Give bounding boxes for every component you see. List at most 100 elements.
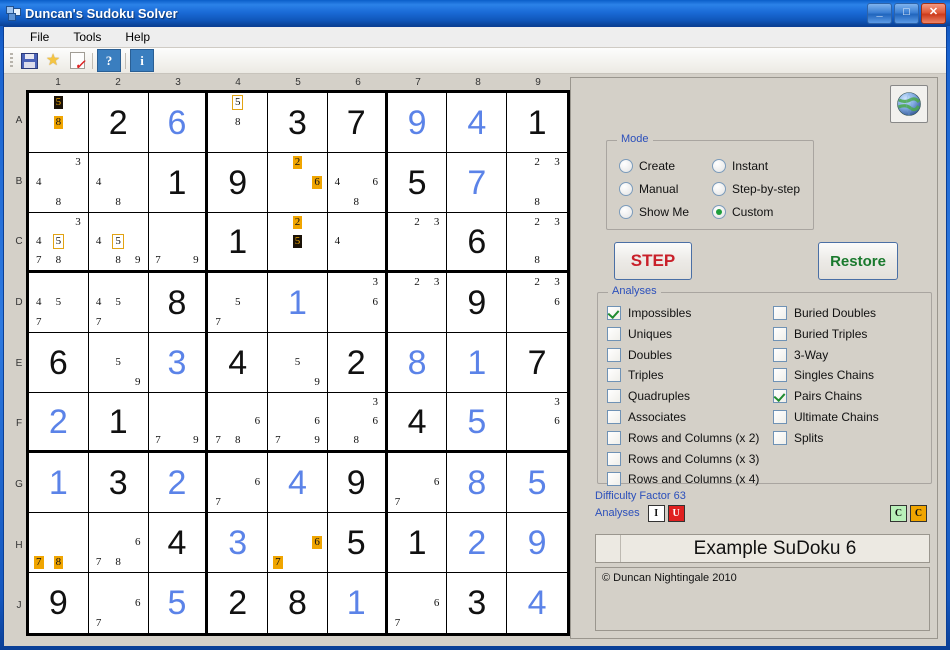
cell-J7[interactable]: 67 — [388, 573, 448, 633]
cell-B9[interactable]: 2 3 8 — [507, 153, 567, 213]
cell-B3[interactable]: 1 — [148, 153, 209, 213]
cell-H4[interactable]: 3 — [208, 513, 269, 573]
cell-B2[interactable]: 48 — [88, 153, 149, 213]
new-check-button[interactable]: ✓ — [66, 50, 88, 71]
sudoku-board[interactable]: 5826583794134848192646857238345784589791… — [26, 90, 570, 636]
cell-D9[interactable]: 2 3 6 — [507, 273, 567, 333]
analysis-checkbox-rows-and-columns-x-4-[interactable]: Rows and Columns (x 4) — [607, 472, 759, 487]
analysis-checkbox-triples[interactable]: Triples — [607, 368, 664, 383]
cell-D8[interactable]: 9 — [447, 273, 508, 333]
cell-F7[interactable]: 4 — [387, 393, 448, 453]
cell-D2[interactable]: 457 — [88, 273, 149, 333]
help-button[interactable]: ? — [97, 49, 121, 72]
cell-C9[interactable]: 2 3 8 — [507, 213, 567, 273]
analysis-checkbox-rows-and-columns-x-2-[interactable]: Rows and Columns (x 2) — [607, 430, 759, 445]
analysis-checkbox-buried-doubles[interactable]: Buried Doubles — [773, 306, 876, 320]
cell-J2[interactable]: 67 — [89, 573, 149, 633]
cell-D6[interactable]: 36 — [327, 273, 388, 333]
cell-A3[interactable]: 6 — [148, 93, 209, 153]
cell-A9[interactable]: 1 — [507, 93, 567, 153]
analysis-checkbox-rows-and-columns-x-3-[interactable]: Rows and Columns (x 3) — [607, 451, 759, 466]
cell-F5[interactable]: 6 7 9 — [268, 393, 328, 453]
cell-D3[interactable]: 8 — [148, 273, 209, 333]
mode-radio-show-me[interactable]: Show Me — [619, 205, 689, 219]
cell-H2[interactable]: 6 78 — [88, 513, 149, 573]
cell-H3[interactable]: 4 — [148, 513, 209, 573]
cell-A4[interactable]: 58 — [208, 93, 269, 153]
analysis-checkbox-uniques[interactable]: Uniques — [607, 326, 672, 341]
analysis-checkbox-quadruples[interactable]: Quadruples — [607, 389, 690, 404]
globe-button[interactable] — [890, 85, 928, 123]
favourite-button[interactable]: ★ — [42, 50, 64, 71]
cell-G4[interactable]: 67 — [208, 453, 269, 513]
cell-E2[interactable]: 59 — [88, 333, 149, 393]
cell-J8[interactable]: 3 — [447, 573, 508, 633]
restore-button[interactable]: Restore — [818, 242, 898, 280]
analysis-checkbox-ultimate-chains[interactable]: Ultimate Chains — [773, 410, 879, 424]
cell-F9[interactable]: 36 — [507, 393, 567, 453]
mode-radio-manual[interactable]: Manual — [619, 182, 678, 196]
cell-B7[interactable]: 5 — [387, 153, 448, 213]
step-button[interactable]: STEP — [614, 242, 692, 280]
save-button[interactable] — [18, 50, 40, 71]
cell-E9[interactable]: 7 — [507, 333, 567, 393]
mode-radio-create[interactable]: Create — [619, 159, 675, 173]
cell-B5[interactable]: 26 — [268, 153, 328, 213]
cell-B6[interactable]: 4 68 — [327, 153, 388, 213]
cell-C4[interactable]: 1 — [208, 213, 269, 273]
cell-B4[interactable]: 9 — [208, 153, 269, 213]
cell-E3[interactable]: 3 — [148, 333, 209, 393]
cell-D7[interactable]: 23 — [387, 273, 448, 333]
cell-D1[interactable]: 457 — [29, 273, 89, 333]
cell-G9[interactable]: 5 — [507, 453, 567, 513]
cell-A2[interactable]: 2 — [88, 93, 149, 153]
cell-H5[interactable]: 67 — [268, 513, 328, 573]
cell-E5[interactable]: 59 — [268, 333, 328, 393]
cell-D5[interactable]: 1 — [268, 273, 328, 333]
cell-E8[interactable]: 1 — [447, 333, 508, 393]
cell-G7[interactable]: 67 — [387, 453, 448, 513]
cell-J3[interactable]: 5 — [149, 573, 209, 633]
cell-H7[interactable]: 1 — [387, 513, 448, 573]
cell-B1[interactable]: 3 48 — [29, 153, 89, 213]
analysis-badge-u-1[interactable]: U — [667, 504, 685, 522]
cell-C1[interactable]: 3 457 8 — [29, 213, 89, 273]
completion-badge-c-0[interactable]: C — [890, 505, 907, 522]
menu-file[interactable]: File — [18, 28, 61, 46]
cell-G6[interactable]: 9 — [327, 453, 388, 513]
cell-C7[interactable]: 23 — [387, 213, 448, 273]
cell-E1[interactable]: 6 — [29, 333, 89, 393]
mode-radio-custom[interactable]: Custom — [712, 205, 773, 219]
cell-F8[interactable]: 5 — [447, 393, 508, 453]
analysis-badge-i-0[interactable]: I — [647, 504, 665, 522]
cell-C8[interactable]: 6 — [447, 213, 508, 273]
cell-G1[interactable]: 1 — [29, 453, 89, 513]
cell-J6[interactable]: 1 — [328, 573, 388, 633]
analysis-checkbox-impossibles[interactable]: Impossibles — [607, 306, 691, 320]
cell-C5[interactable]: 25 — [268, 213, 328, 273]
cell-F1[interactable]: 2 — [29, 393, 89, 453]
cell-B8[interactable]: 7 — [447, 153, 508, 213]
cell-H8[interactable]: 2 — [447, 513, 508, 573]
analysis-checkbox-3-way[interactable]: 3-Way — [773, 347, 828, 362]
analysis-checkbox-singles-chains[interactable]: Singles Chains — [773, 368, 874, 383]
cell-E7[interactable]: 8 — [387, 333, 448, 393]
cell-H9[interactable]: 9 — [507, 513, 567, 573]
analysis-checkbox-pairs-chains[interactable]: Pairs Chains — [773, 389, 862, 404]
cell-F4[interactable]: 6 7 8 — [208, 393, 269, 453]
cell-G5[interactable]: 4 — [268, 453, 328, 513]
cell-F2[interactable]: 1 — [88, 393, 149, 453]
toolbar-grip[interactable] — [10, 52, 13, 69]
cell-F3[interactable]: 79 — [148, 393, 209, 453]
cell-E4[interactable]: 4 — [208, 333, 269, 393]
cell-A6[interactable]: 7 — [327, 93, 388, 153]
cell-J9[interactable]: 4 — [507, 573, 567, 633]
cell-A5[interactable]: 3 — [268, 93, 328, 153]
analysis-checkbox-buried-triples[interactable]: Buried Triples — [773, 326, 867, 341]
menu-tools[interactable]: Tools — [61, 28, 113, 46]
cell-C6[interactable]: 4 — [327, 213, 388, 273]
cell-C3[interactable]: 79 — [148, 213, 209, 273]
maximize-button[interactable]: □ — [894, 3, 919, 24]
cell-A8[interactable]: 4 — [447, 93, 508, 153]
mode-radio-instant[interactable]: Instant — [712, 159, 768, 173]
